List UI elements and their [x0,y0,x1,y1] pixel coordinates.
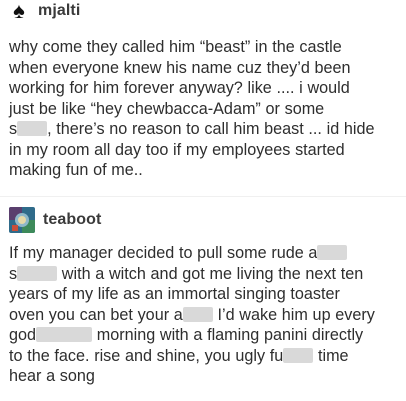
censored-word [182,306,213,322]
text-fragment: morning with a flaming panini directly [96,326,364,344]
text-line: oven you can bet your a I’d wake him up … [9,305,400,326]
text-line: s with a witch and got me living the nex… [9,264,400,285]
text-line: hear a song [9,367,95,385]
text-line: just be like “hey chewbacca-Adam” or som… [9,99,325,118]
text-line: years of my life as an immortal singing … [9,285,340,303]
text-fragment: with a witch and got me living the next … [61,264,364,283]
text-fragment: If my manager decided to pull some rude … [9,244,318,262]
text-fragment: s [9,264,18,283]
text-line: in my room all day too if my employees s… [9,140,345,159]
text-fragment: time [317,346,349,365]
censored-word [17,265,58,281]
censored-word [17,121,48,136]
text-fragment: I’d wake him up every [217,305,375,324]
censored-word [317,245,348,260]
text-line: why come they called him “beast” in the … [9,38,342,56]
username-mjalti[interactable]: mjalti [38,2,80,20]
text-fragment: god [9,326,37,344]
text-fragment: oven you can bet your a [9,305,183,324]
post-divider [0,196,406,197]
post-text: why come they called him “beast” in the … [9,37,400,181]
username-teaboot[interactable]: teaboot [43,211,101,229]
text-line: when everyone knew his name cuz they’d b… [9,58,351,77]
text-line: working for him forever anyway? like ...… [9,79,350,97]
censored-word [36,327,93,342]
post-text: If my manager decided to pull some rude … [9,243,400,387]
text-line: s , there’s no reason to call him beast .… [9,119,400,140]
text-fragment: s [9,120,18,138]
text-line: making fun of me.. [9,161,143,179]
teaboot-avatar[interactable] [9,207,35,233]
text-line: god morning with a flaming panini direct… [9,325,400,346]
text-line: If my manager decided to pull some rude … [9,243,400,264]
censored-word [283,347,314,363]
post-header: teaboot [9,207,101,233]
text-fragment: , there’s no reason to call him beast ..… [47,120,375,138]
text-line: to the face. rise and shine, you ugly fu… [9,346,400,367]
spade-icon[interactable]: ♠ [8,0,30,23]
text-fragment: to the face. rise and shine, you ugly fu [9,346,284,365]
post-header: ♠ mjalti [8,0,80,23]
